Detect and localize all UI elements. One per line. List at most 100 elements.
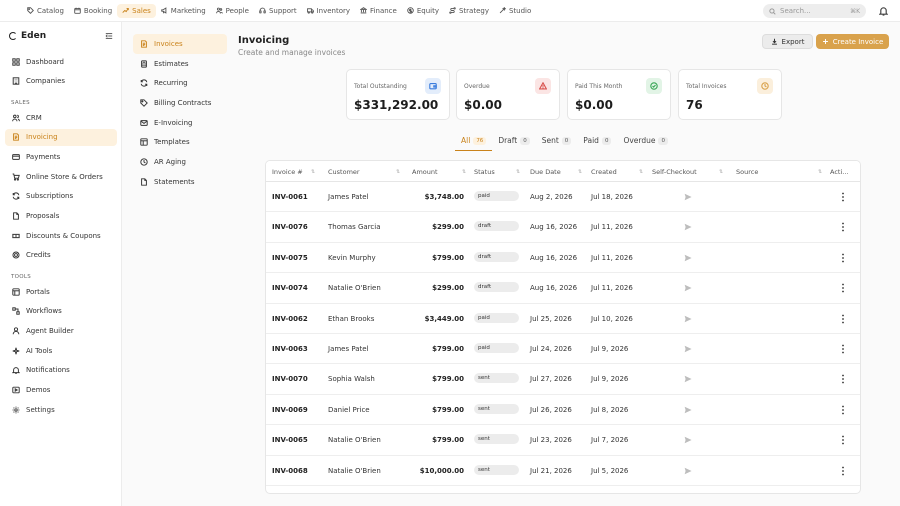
invoice-number[interactable]: INV-0070 <box>272 375 308 383</box>
invoice-number[interactable]: INV-0075 <box>272 254 308 262</box>
send-icon[interactable] <box>684 254 692 262</box>
create-invoice-button[interactable]: Create Invoice <box>816 34 889 49</box>
subnav-item-templates[interactable]: Templates <box>133 132 227 152</box>
send-icon[interactable] <box>684 345 692 353</box>
subnav-item-estimates[interactable]: Estimates <box>133 54 227 74</box>
sort-icon[interactable]: ⇅ <box>462 169 466 175</box>
table-row[interactable]: INV-0062 Ethan Brooks $3,449.00 paid Jul 25,… <box>266 304 860 334</box>
tab-draft[interactable]: Draft 0 <box>492 136 535 151</box>
tab-all[interactable]: All 76 <box>455 136 493 151</box>
invoice-number[interactable]: INV-0068 <box>272 467 308 475</box>
search-input[interactable]: Search... ⌘K <box>763 4 866 18</box>
topnav-item-finance[interactable]: Finance <box>355 4 402 18</box>
sidebar-item-credits[interactable]: Credits <box>5 247 117 264</box>
tab-paid[interactable]: Paid 0 <box>577 136 617 151</box>
row-actions-menu-icon[interactable] <box>841 222 845 232</box>
topnav-item-people[interactable]: People <box>211 4 254 18</box>
invoice-number[interactable]: INV-0069 <box>272 406 308 414</box>
column-header-customer[interactable]: Customer <box>328 168 360 176</box>
row-actions-menu-icon[interactable] <box>841 466 845 476</box>
column-header-created[interactable]: Created <box>591 168 617 176</box>
subnav-item-billing-contracts[interactable]: Billing Contracts <box>133 93 227 113</box>
sidebar-item-proposals[interactable]: Proposals <box>5 208 117 225</box>
sidebar-item-payments[interactable]: Payments <box>5 148 117 165</box>
send-icon[interactable] <box>684 436 692 444</box>
notifications-bell-icon[interactable] <box>878 6 889 16</box>
sidebar-item-ai-tools[interactable]: AI Tools <box>5 342 117 359</box>
subnav-item-statements[interactable]: Statements <box>133 172 227 192</box>
sidebar-item-discounts-coupons[interactable]: Discounts & Coupons <box>5 227 117 244</box>
table-row[interactable]: INV-0063 James Patel $799.00 paid Jul 24, 20… <box>266 334 860 365</box>
sort-icon[interactable]: ⇅ <box>578 169 582 175</box>
topnav-item-strategy[interactable]: Strategy <box>444 4 494 18</box>
sidebar-item-invoicing[interactable]: Invoicing <box>5 128 117 146</box>
topnav-item-support[interactable]: Support <box>254 4 302 18</box>
send-icon[interactable] <box>684 406 692 414</box>
column-header-status[interactable]: Status <box>474 168 495 176</box>
sidebar-item-agent-builder[interactable]: Agent Builder <box>5 322 117 339</box>
tab-overdue[interactable]: Overdue 0 <box>617 136 674 151</box>
table-row[interactable]: INV-0076 Thomas Garcia $299.00 draft Aug 16,… <box>266 212 860 243</box>
sidebar-item-online-store-orders[interactable]: Online Store & Orders <box>5 168 117 185</box>
column-header-amount[interactable]: Amount <box>412 168 438 176</box>
sidebar-item-portals[interactable]: Portals <box>5 283 117 300</box>
send-icon[interactable] <box>684 315 692 323</box>
sort-icon[interactable]: ⇅ <box>719 169 723 175</box>
row-actions-menu-icon[interactable] <box>841 435 845 445</box>
column-header-source[interactable]: Source <box>736 168 758 176</box>
sidebar-item-crm[interactable]: CRM <box>5 109 117 126</box>
sidebar-item-companies[interactable]: Companies <box>5 73 117 90</box>
row-actions-menu-icon[interactable] <box>841 374 845 384</box>
export-button[interactable]: Export <box>762 34 813 49</box>
invoice-number[interactable]: INV-0062 <box>272 315 308 323</box>
column-header-invoice[interactable]: Invoice # <box>272 168 303 176</box>
row-actions-menu-icon[interactable] <box>841 283 845 293</box>
topnav-item-catalog[interactable]: Catalog <box>22 4 69 18</box>
table-row[interactable]: INV-0075 Kevin Murphy $799.00 draft Aug 16, … <box>266 243 860 274</box>
sidebar-item-dashboard[interactable]: Dashboard <box>5 53 117 70</box>
sidebar-item-workflows[interactable]: Workflows <box>5 303 117 320</box>
subnav-item-ar-aging[interactable]: AR Aging <box>133 152 227 172</box>
topnav-item-sales[interactable]: Sales <box>117 3 156 18</box>
sort-icon[interactable]: ⇅ <box>396 169 400 175</box>
send-icon[interactable] <box>684 284 692 292</box>
topnav-item-equity[interactable]: Equity <box>402 4 444 18</box>
send-icon[interactable] <box>684 223 692 231</box>
sidebar-item-settings[interactable]: Settings <box>5 401 117 418</box>
send-icon[interactable] <box>684 375 692 383</box>
subnav-item-invoices[interactable]: Invoices <box>133 34 227 54</box>
sidebar-item-demos[interactable]: Demos <box>5 382 117 399</box>
sort-icon[interactable]: ⇅ <box>516 169 520 175</box>
sidebar-item-subscriptions[interactable]: Subscriptions <box>5 188 117 205</box>
subnav-item-e-invoicing[interactable]: E-Invoicing <box>133 113 227 133</box>
topnav-item-booking[interactable]: Booking <box>69 4 117 18</box>
column-header-acti[interactable]: Acti... <box>830 168 848 176</box>
topnav-item-marketing[interactable]: Marketing <box>156 4 211 18</box>
invoice-number[interactable]: INV-0065 <box>272 436 308 444</box>
column-header-due-date[interactable]: Due Date <box>530 168 561 176</box>
sidebar-item-notifications[interactable]: Notifications <box>5 362 117 379</box>
column-header-self-checkout[interactable]: Self-Checkout <box>652 168 697 176</box>
table-row[interactable]: INV-0070 Sophia Walsh $799.00 sent Jul 27, 2… <box>266 364 860 395</box>
invoice-number[interactable]: INV-0061 <box>272 193 308 201</box>
sort-icon[interactable]: ⇅ <box>818 169 822 175</box>
send-icon[interactable] <box>684 467 692 475</box>
row-actions-menu-icon[interactable] <box>841 192 845 202</box>
table-row[interactable]: INV-0065 Natalie O'Brien $799.00 sent Jul 23… <box>266 425 860 456</box>
topnav-item-studio[interactable]: Studio <box>494 4 536 18</box>
topnav-item-inventory[interactable]: Inventory <box>302 4 355 18</box>
subnav-item-recurring[interactable]: Recurring <box>133 73 227 93</box>
sort-icon[interactable]: ⇅ <box>311 169 315 175</box>
table-row[interactable]: INV-0068 Natalie O'Brien $10,000.00 sent Jul… <box>266 456 860 486</box>
row-actions-menu-icon[interactable] <box>841 344 845 354</box>
table-row[interactable]: INV-0069 Daniel Price $799.00 sent Jul 26, 2… <box>266 395 860 426</box>
invoice-number[interactable]: INV-0076 <box>272 223 308 231</box>
sort-icon[interactable]: ⇅ <box>639 169 643 175</box>
send-icon[interactable] <box>684 193 692 201</box>
row-actions-menu-icon[interactable] <box>841 405 845 415</box>
table-row[interactable]: INV-0061 James Patel $3,748.00 paid Aug 2, 2… <box>266 182 860 213</box>
row-actions-menu-icon[interactable] <box>841 314 845 324</box>
invoice-number[interactable]: INV-0063 <box>272 345 308 353</box>
row-actions-menu-icon[interactable] <box>841 253 845 263</box>
tab-sent[interactable]: Sent 0 <box>536 136 578 151</box>
